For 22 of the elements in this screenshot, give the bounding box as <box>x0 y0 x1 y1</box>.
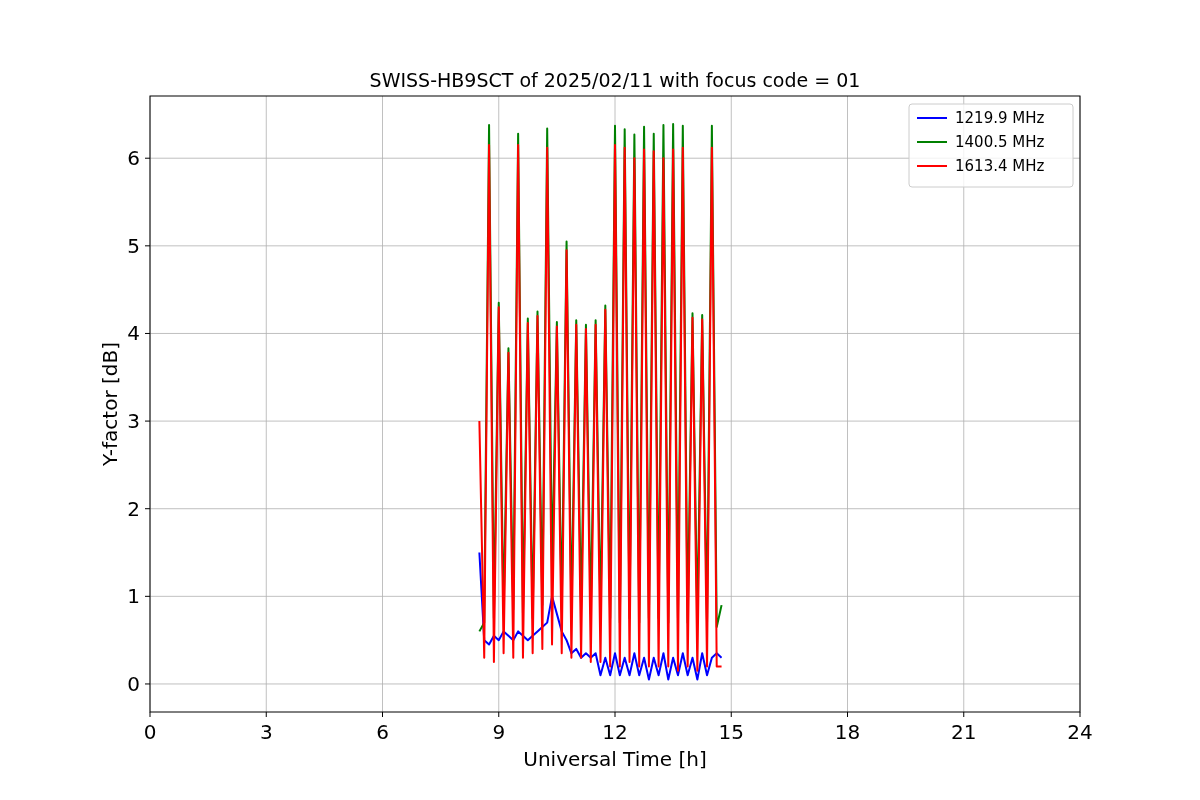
tick-label: 4 <box>127 321 140 346</box>
tick-label: 0 <box>127 671 140 696</box>
y-axis-label: Y-factor [dB] <box>98 342 122 466</box>
tick-label: 3 <box>259 720 273 744</box>
tick-label: 15 <box>718 720 744 744</box>
tick-label: 5 <box>127 233 140 258</box>
tick-label: 0 <box>143 720 157 744</box>
x-axis-label: Universal Time [h] <box>523 747 707 771</box>
tick-label: 24 <box>1067 720 1093 744</box>
tick-label: 3 <box>127 409 140 434</box>
tick-label: 6 <box>376 720 389 744</box>
chart-title: SWISS-HB9SCT of 2025/02/11 with focus code = 01 <box>369 69 861 91</box>
legend-label: 1219.9 MHz <box>955 109 1045 127</box>
legend-label: 1400.5 MHz <box>955 133 1045 151</box>
tick-label: 9 <box>492 720 506 744</box>
tick-label: 2 <box>127 496 140 521</box>
tick-label: 12 <box>602 720 628 744</box>
tick-label: 1 <box>127 584 140 609</box>
legend-label: 1613.4 MHz <box>955 157 1045 175</box>
tick-label: 21 <box>951 720 977 744</box>
tick-label: 6 <box>127 146 140 171</box>
tick-label: 18 <box>834 720 861 744</box>
